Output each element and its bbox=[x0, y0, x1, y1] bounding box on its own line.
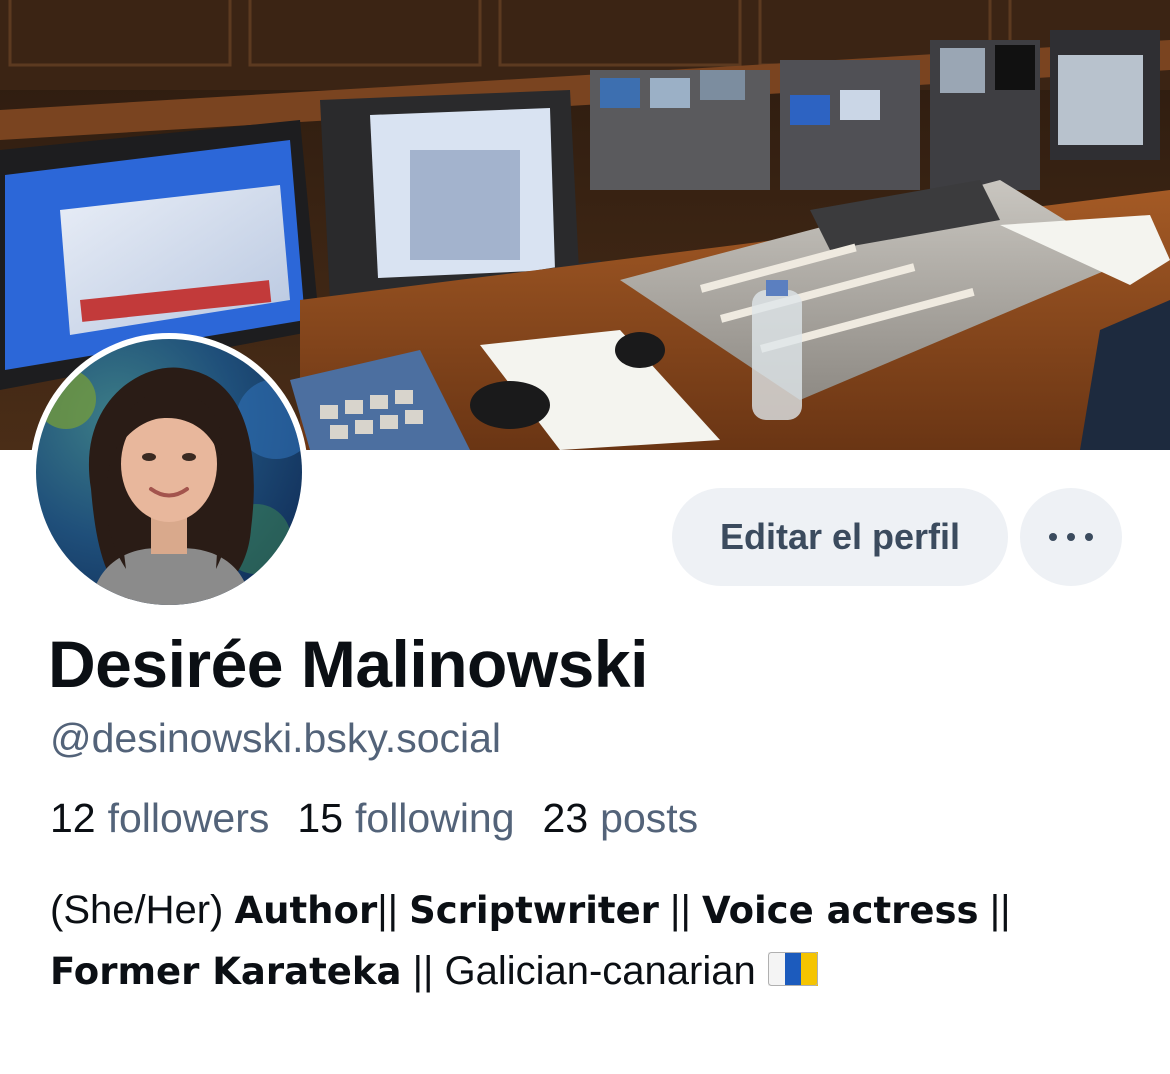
bio-separator: || bbox=[412, 949, 434, 993]
posts-count: 23 bbox=[542, 795, 589, 841]
bio-separator: || bbox=[989, 888, 1011, 932]
posts-link[interactable]: 23 posts bbox=[543, 792, 699, 844]
bio-role-former-karateka: Former Karateka bbox=[50, 950, 402, 993]
following-count: 15 bbox=[297, 795, 343, 841]
followers-link[interactable]: 12 followers bbox=[50, 792, 269, 844]
canary-islands-flag-icon bbox=[767, 952, 818, 987]
posts-label: posts bbox=[600, 795, 699, 841]
more-options-button[interactable] bbox=[1020, 488, 1122, 586]
profile-stats: 12 followers 15 following 23 posts bbox=[50, 792, 726, 844]
followers-label: followers bbox=[107, 795, 270, 841]
following-label: following bbox=[355, 795, 515, 841]
followers-count: 12 bbox=[50, 795, 96, 841]
bio-role-scriptwriter: Scriptwriter bbox=[409, 889, 659, 932]
display-name: Desirée Malinowski bbox=[48, 627, 648, 701]
profile-handle: @desinowski.bsky.social bbox=[50, 715, 502, 761]
bio-role-author: Author bbox=[234, 889, 378, 932]
profile-page: Editar el perfil Desirée Malinowski @des… bbox=[0, 0, 1170, 1074]
bio-pronouns: (She/Her) bbox=[50, 888, 224, 932]
following-link[interactable]: 15 following bbox=[297, 792, 514, 844]
avatar-image bbox=[36, 339, 302, 605]
ellipsis-icon bbox=[1044, 533, 1098, 541]
bio-separator: || bbox=[377, 888, 398, 932]
edit-profile-button[interactable]: Editar el perfil bbox=[672, 488, 1008, 586]
bio-separator: || bbox=[670, 888, 691, 932]
avatar[interactable] bbox=[30, 333, 308, 611]
profile-bio: (She/Her) Author|| Scriptwriter || Voice… bbox=[50, 880, 1130, 1002]
bio-origin: Galician-canarian bbox=[444, 949, 756, 993]
bio-role-voice-actress: Voice actress bbox=[701, 889, 979, 932]
